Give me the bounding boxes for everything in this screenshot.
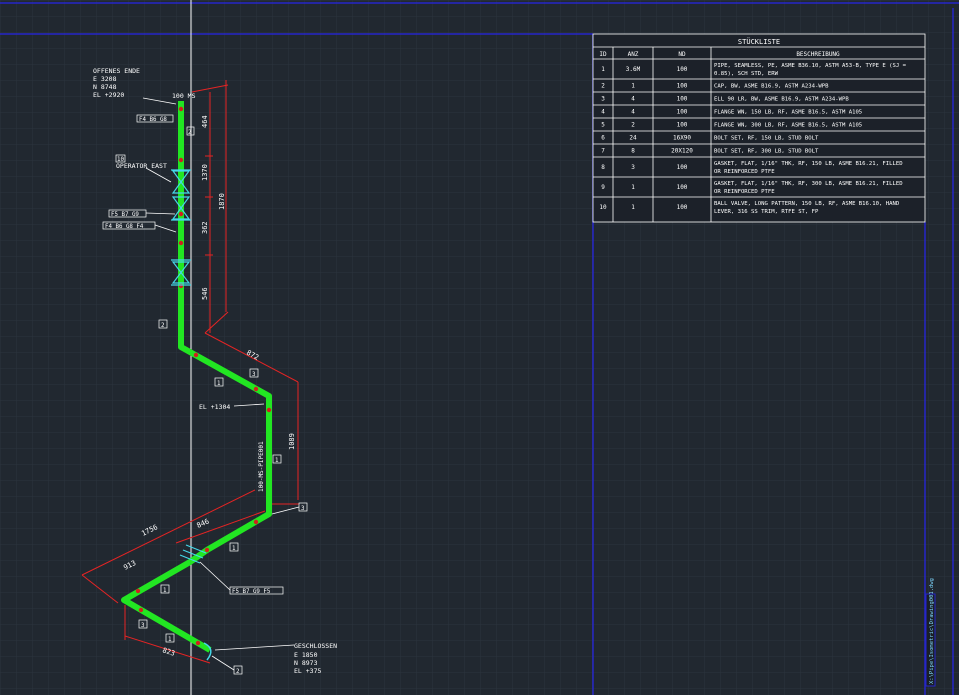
- end-title: GESCHLOSSEN: [294, 642, 337, 650]
- bom-cell-qty: 1: [631, 204, 635, 211]
- bom-cell-nd: 16X90: [673, 135, 691, 142]
- bom-cell-id: 3: [601, 96, 605, 103]
- tag-b: 2: [161, 323, 165, 329]
- bom-cell-desc: PIPE, SEAMLESS, PE, ASME B36.10, ASTM A5…: [714, 63, 907, 69]
- sheet-label: X:\Pipe\Isometric\Drawing001.dwg: [929, 578, 935, 684]
- start-title: OFFENES ENDE: [93, 67, 140, 75]
- bom-cell-desc-2: OR REINFORCED PTFE: [714, 189, 775, 195]
- dim-1870: 1870: [218, 193, 226, 210]
- bom-cell-id: 5: [601, 122, 605, 129]
- end-e: E 1850: [294, 651, 318, 659]
- bom-cell-id: 2: [601, 83, 605, 90]
- bom-cell-nd: 100: [677, 204, 688, 211]
- tag-i: 3: [141, 623, 145, 629]
- callout-1: F4 B6 G8: [139, 117, 167, 123]
- callout-3: F4 B6 G8 F4: [105, 224, 144, 230]
- dim-546: 546: [201, 287, 209, 300]
- operator-label: OPERATOR EAST: [116, 162, 167, 170]
- pipe-spec: 100-MS-PIPE001: [258, 441, 265, 492]
- tag-e: 1: [275, 458, 279, 464]
- tag-d: 3: [252, 372, 256, 378]
- bom-cell-nd: 20X120: [671, 148, 693, 155]
- tag-j: 1: [168, 637, 172, 643]
- end-el: EL +375: [294, 667, 321, 675]
- bom-cell-desc: GASKET, FLAT, 1/16" THK, RF, 150 LB, ASM…: [714, 161, 903, 167]
- end-n: N 8973: [294, 659, 318, 667]
- dim-464: 464: [201, 115, 209, 128]
- bom-cell-qty: 1: [631, 83, 635, 90]
- bom-cell-nd: 100: [677, 66, 688, 73]
- bom-cell-desc: BOLT SET, RF, 150 LB, STUD BOLT: [714, 136, 819, 142]
- bom-title: STÜCKLISTE: [738, 37, 780, 46]
- bom-cell-desc: GASKET, FLAT, 1/16" THK, RF, 300 LB, ASM…: [714, 181, 903, 187]
- bom-cell-desc: BALL VALVE, LONG PATTERN, 150 LB, RF, AS…: [714, 201, 900, 207]
- callout-2: F5 B7 G9: [111, 212, 139, 218]
- callout-4: F5 B7 G9 F5: [232, 589, 271, 595]
- bom-cell-qty: 3.6M: [626, 66, 641, 73]
- bom-cell-nd: 100: [677, 109, 688, 116]
- tag-c: 1: [217, 381, 221, 387]
- bom-cell-id: 6: [601, 135, 605, 142]
- bom-cell-id: 1: [601, 66, 605, 73]
- bom-cell-qty: 8: [631, 148, 635, 155]
- bom-cell-qty: 4: [631, 109, 635, 116]
- bom-header-desc: BESCHREIBUNG: [796, 51, 840, 58]
- bom-cell-desc: BOLT SET, RF, 300 LB, STUD BOLT: [714, 149, 819, 155]
- bom-cell-desc: FLANGE WN, 150 LB, RF, ASME B16.5, ASTM …: [714, 110, 862, 116]
- tag-k: 2: [236, 669, 240, 675]
- bom-cell-qty: 2: [631, 122, 635, 129]
- bom-cell-desc-2: LEVER, 316 SS TRIM, RTFE ST, FP: [714, 209, 819, 215]
- dim-362: 362: [201, 221, 209, 234]
- drawing-canvas[interactable]: X:\Pipe\Isometric\Drawing001.dwg 464 137…: [0, 0, 959, 695]
- bom-cell-id: 8: [601, 164, 605, 171]
- dim-1089: 1089: [288, 433, 296, 450]
- bom-cell-id: 7: [601, 148, 605, 155]
- bom-header-id: ID: [599, 51, 607, 58]
- bom-header-qty: ANZ: [628, 51, 639, 58]
- bom-cell-nd: 100: [677, 164, 688, 171]
- bom-cell-qty: 24: [629, 135, 637, 142]
- bom-cell-desc-2: OR REINFORCED PTFE: [714, 169, 775, 175]
- bom-cell-id: 9: [601, 184, 605, 191]
- bom-table: STÜCKLISTE ID ANZ ND BESCHREIBUNG 1 3.6M 1…: [592, 33, 926, 223]
- bom-cell-nd: 100: [677, 184, 688, 191]
- start-e: E 3208: [93, 75, 117, 83]
- tag-g: 1: [232, 546, 236, 552]
- bom-cell-desc: FLANGE WN, 300 LB, RF, ASME B16.5, ASTM …: [714, 123, 862, 129]
- bom-cell-id: 10: [599, 204, 607, 211]
- start-el: EL +2920: [93, 91, 124, 99]
- bom-cell-qty: 3: [631, 164, 635, 171]
- start-n: N 8748: [93, 83, 117, 91]
- bom-cell-desc-2: 0.85), SCH STD, ERW: [714, 71, 779, 77]
- bom-cell-desc: ELL 90 LR, BW, ASME B16.9, ASTM A234-WPB: [714, 97, 849, 103]
- tag-a: 2: [188, 130, 192, 136]
- bom-cell-nd: 100: [677, 96, 688, 103]
- bom-cell-qty: 4: [631, 96, 635, 103]
- tag-h: 1: [163, 588, 167, 594]
- elev-mid-label: EL +1304: [199, 403, 230, 411]
- tag-f: 3: [301, 506, 305, 512]
- bom-cell-nd: 100: [677, 83, 688, 90]
- bom-header-nd: ND: [678, 51, 686, 58]
- dim-1370: 1370: [201, 164, 209, 181]
- nd-label: 100 MS: [172, 92, 196, 100]
- bom-cell-qty: 1: [631, 184, 635, 191]
- bom-cell-id: 4: [601, 109, 605, 116]
- bom-cell-nd: 100: [677, 122, 688, 129]
- bom-cell-desc: CAP, BW, ASME B16.9, ASTM A234-WPB: [714, 84, 829, 90]
